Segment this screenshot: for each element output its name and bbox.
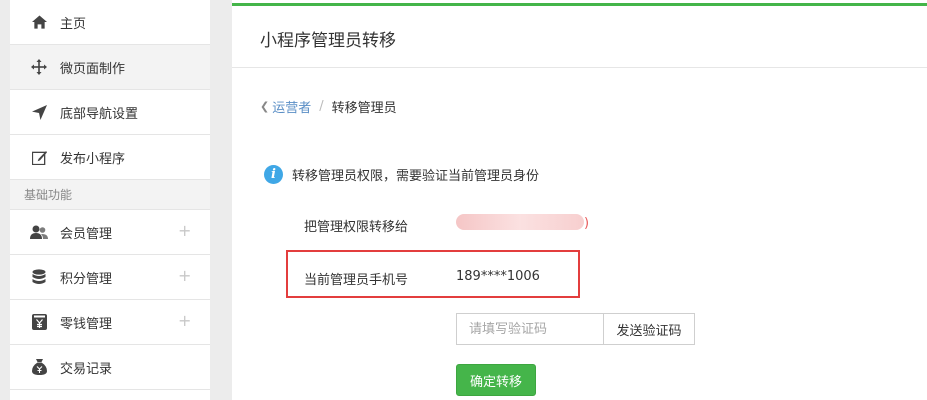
sidebar-item-members[interactable]: 会员管理 + (10, 210, 210, 255)
expand-plus-icon[interactable]: + (178, 313, 191, 329)
section-title-basic: 基础功能 (10, 180, 210, 210)
phone-value: 189****1006 (456, 269, 540, 284)
sidebar-item-label: 会员管理 (60, 226, 113, 242)
sidebar-item-bottom-nav[interactable]: 底部导航设置 (10, 90, 210, 135)
users-icon (30, 223, 48, 241)
chevron-left-icon[interactable]: ❮ (260, 100, 269, 113)
sidebar-item-label: 积分管理 (60, 271, 113, 287)
edit-icon (30, 148, 48, 166)
sidebar-item-micro-page[interactable]: 微页面制作 (10, 45, 210, 90)
breadcrumb: ❮ 运营者 / 转移管理员 (260, 97, 397, 116)
money-bag-icon (30, 358, 48, 376)
breadcrumb-separator: / (319, 99, 324, 114)
sidebar-item-label: 发布小程序 (60, 151, 126, 167)
recipient-paren: ) (584, 216, 590, 231)
transfer-to-label: 把管理权限转移给 (304, 220, 409, 235)
home-icon (30, 13, 48, 31)
sidebar-item-label: 底部导航设置 (60, 106, 139, 122)
move-icon (30, 58, 48, 76)
sidebar-item-publish[interactable]: 发布小程序 (10, 135, 210, 180)
sidebar-item-label: 微页面制作 (60, 61, 126, 77)
sidebar-item-home[interactable]: 主页 (10, 0, 210, 45)
sidebar-item-label: 零钱管理 (60, 316, 113, 332)
info-icon: i (264, 165, 283, 184)
notice-text: 转移管理员权限，需要验证当前管理员身份 (292, 169, 540, 184)
database-icon (30, 268, 48, 286)
main-panel: 小程序管理员转移 ❮ 运营者 / 转移管理员 i 转移管理员权限，需要验证当前管… (232, 0, 927, 400)
breadcrumb-current: 转移管理员 (331, 101, 397, 116)
info-notice: i 转移管理员权限，需要验证当前管理员身份 (264, 165, 539, 184)
expand-plus-icon[interactable]: + (178, 268, 191, 284)
sidebar-item-points[interactable]: 积分管理 + (10, 255, 210, 300)
confirm-transfer-button[interactable]: 确定转移 (456, 364, 536, 396)
sidebar-item-label: 交易记录 (60, 361, 113, 377)
sidebar: 主页 微页面制作 底部导航设置 发布小程序 基础功能 会员管理 + 积分管理 +… (0, 0, 232, 400)
page-title: 小程序管理员转移 (260, 31, 396, 51)
sidebar-menu: 主页 微页面制作 底部导航设置 发布小程序 基础功能 会员管理 + 积分管理 +… (10, 0, 210, 400)
sidebar-item-label: 主页 (60, 16, 87, 32)
yen-wallet-icon (30, 313, 48, 331)
page-header: 小程序管理员转移 (232, 6, 927, 68)
masked-recipient (456, 214, 584, 230)
sidebar-item-transactions[interactable]: 交易记录 (10, 345, 210, 390)
verification-code-input[interactable] (456, 313, 604, 345)
navigation-arrow-icon (30, 103, 48, 121)
sidebar-item-change[interactable]: 零钱管理 + (10, 300, 210, 345)
breadcrumb-link-operators[interactable]: 运营者 (272, 97, 311, 116)
expand-plus-icon[interactable]: + (178, 223, 191, 239)
phone-label: 当前管理员手机号 (304, 273, 409, 288)
send-code-button[interactable]: 发送验证码 (603, 313, 695, 345)
